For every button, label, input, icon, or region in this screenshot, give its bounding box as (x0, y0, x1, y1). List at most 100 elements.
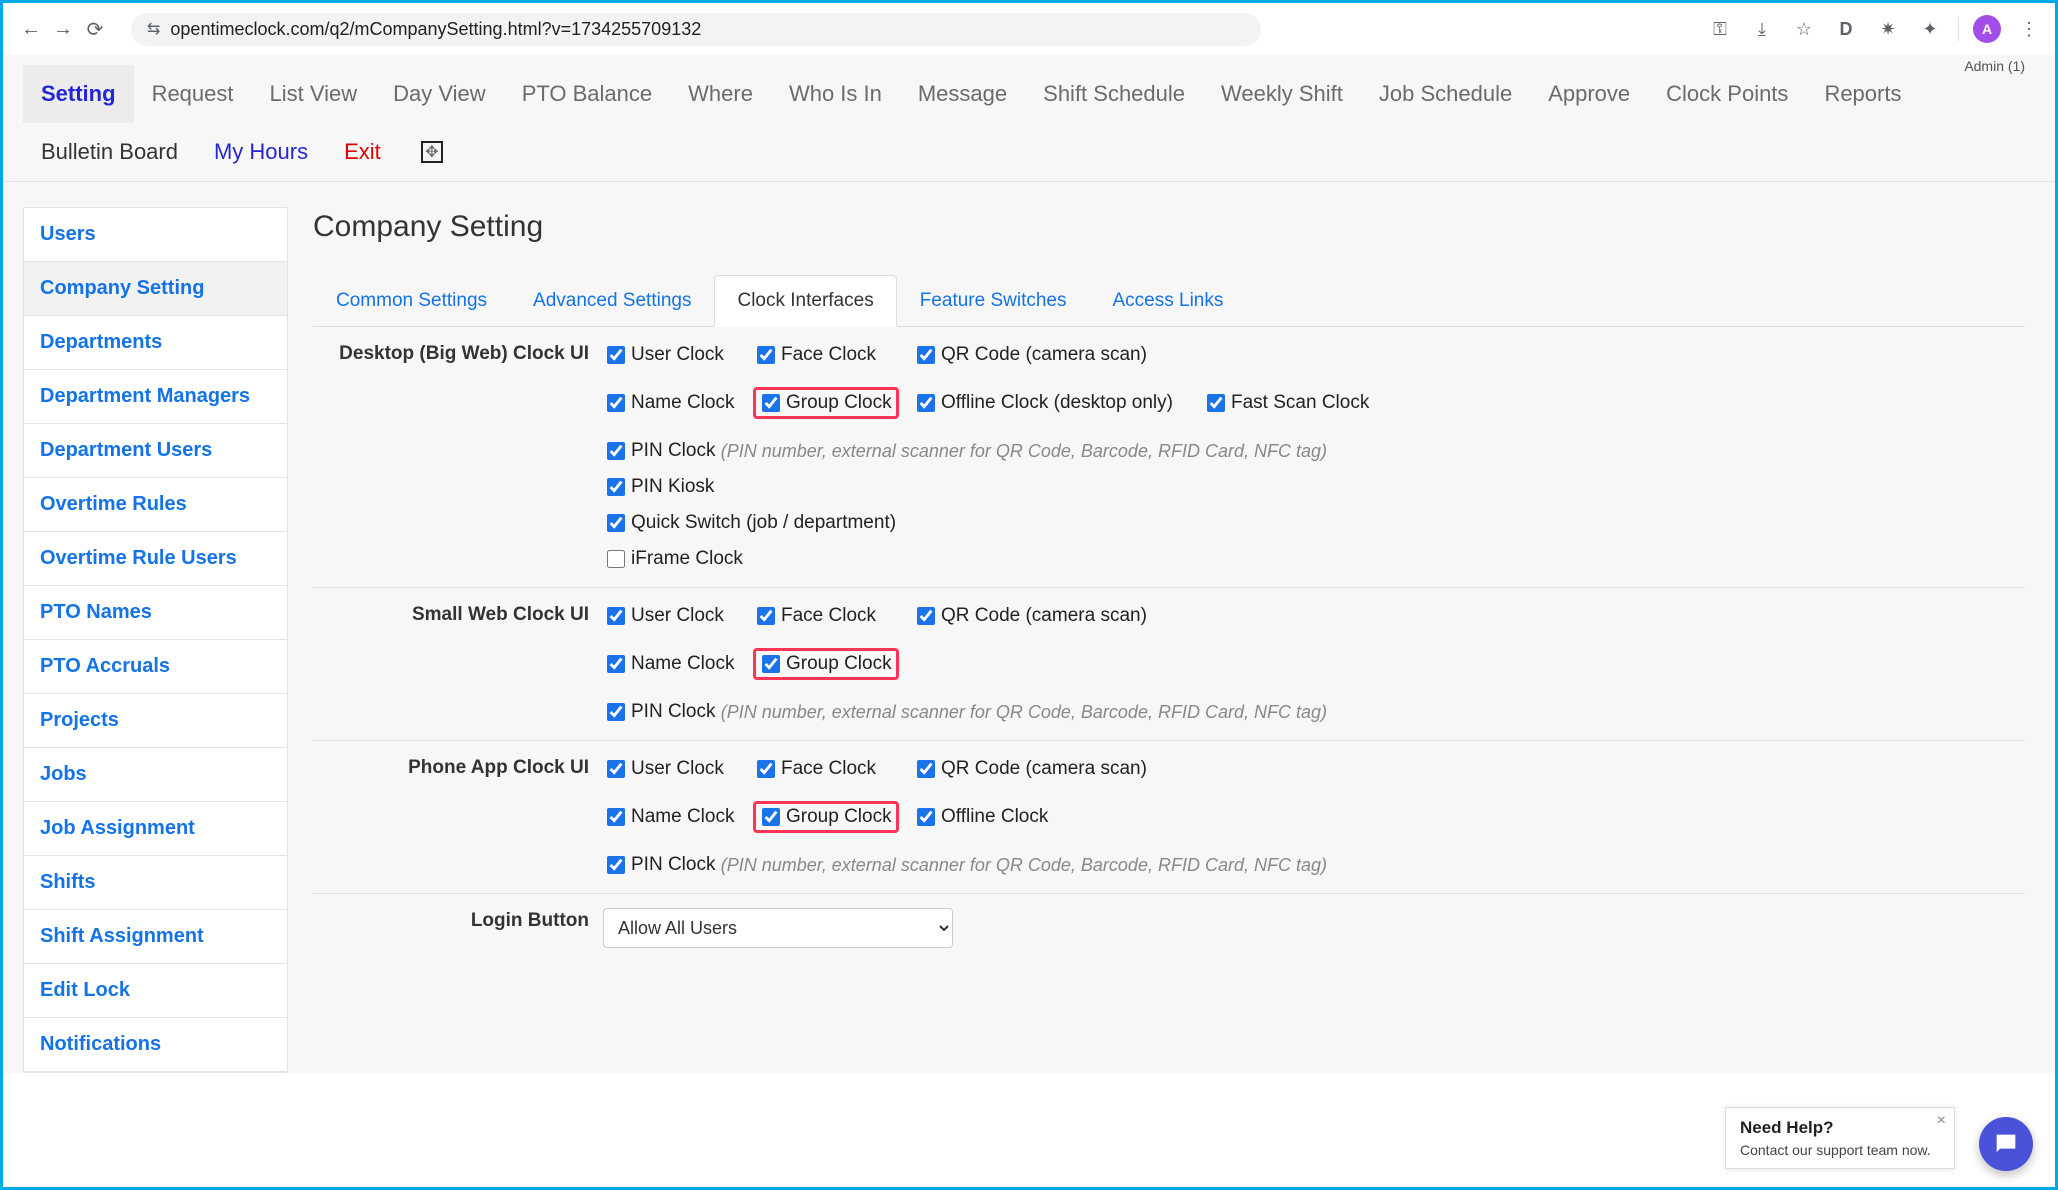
nav-my-hours[interactable]: My Hours (196, 123, 326, 181)
sidebar-item-department-managers[interactable]: Department Managers (24, 370, 287, 424)
section-login-button: Login Button Allow All Users (313, 894, 2025, 962)
top-nav: Setting Request List View Day View PTO B… (3, 55, 2055, 182)
sidebar-item-overtime-rules[interactable]: Overtime Rules (24, 478, 287, 532)
site-info-icon[interactable]: ⇆ (147, 19, 160, 39)
divider (1958, 17, 1959, 41)
sidebar-item-overtime-rule-users[interactable]: Overtime Rule Users (24, 532, 287, 586)
profile-avatar[interactable]: A (1973, 15, 2001, 43)
address-bar[interactable]: ⇆ opentimeclock.com/q2/mCompanySetting.h… (131, 13, 1261, 46)
key-icon[interactable]: ⚿ (1706, 15, 1734, 43)
chat-bubble-button[interactable] (1979, 1117, 2033, 1171)
check-desktop-face-clock: Face Clock (753, 341, 913, 369)
browser-right-icons: ⚿ ⤓ ☆ D ✷ ✦ A ⋮ (1706, 15, 2043, 43)
check-desktop-qr-code: QR Code (camera scan) (913, 341, 1203, 369)
forward-button[interactable]: → (47, 13, 79, 45)
check-phone-name-clock: Name Clock (603, 799, 753, 835)
sidebar-item-department-users[interactable]: Department Users (24, 424, 287, 478)
help-subtitle: Contact our support team now. (1740, 1142, 1940, 1158)
extension-d-icon[interactable]: D (1832, 15, 1860, 43)
nav-day-view[interactable]: Day View (375, 65, 504, 123)
help-title: Need Help? (1740, 1118, 1940, 1138)
nav-bulletin-board[interactable]: Bulletin Board (23, 123, 196, 181)
nav-approve[interactable]: Approve (1530, 65, 1648, 123)
check-desktop-pin-kiosk: PIN Kiosk (603, 473, 2025, 501)
content-area: Company Setting Common Settings Advanced… (288, 182, 2055, 962)
nav-job-schedule[interactable]: Job Schedule (1361, 65, 1530, 123)
nav-weekly-shift[interactable]: Weekly Shift (1203, 65, 1361, 123)
check-phone-user-clock: User Clock (603, 755, 753, 783)
check-desktop-name-clock: Name Clock (603, 385, 753, 421)
sidebar-item-users[interactable]: Users (24, 208, 287, 262)
sidebar-item-company-setting[interactable]: Company Setting (24, 262, 287, 316)
check-desktop-group-clock: Group Clock (753, 385, 913, 421)
check-phone-offline-clock: Offline Clock (913, 799, 1203, 835)
section-label-phone: Phone App Clock UI (313, 755, 603, 779)
nav-shift-schedule[interactable]: Shift Schedule (1025, 65, 1203, 123)
section-small-web-clock: Small Web Clock UI User Clock Face Clock… (313, 588, 2025, 741)
fullscreen-icon[interactable]: ✥ (399, 125, 461, 179)
settings-sidebar: Users Company Setting Departments Depart… (23, 207, 288, 1073)
check-phone-pin-clock: PIN Clock (PIN number, external scanner … (603, 851, 2025, 879)
section-label-smallweb: Small Web Clock UI (313, 602, 603, 626)
nav-clock-points[interactable]: Clock Points (1648, 65, 1806, 123)
sidebar-item-edit-lock[interactable]: Edit Lock (24, 964, 287, 1018)
check-phone-face-clock: Face Clock (753, 755, 913, 783)
nav-setting[interactable]: Setting (23, 65, 134, 123)
section-phone-app-clock: Phone App Clock UI User Clock Face Clock… (313, 741, 2025, 894)
check-smallweb-group-clock: Group Clock (753, 646, 913, 682)
back-button[interactable]: ← (15, 13, 47, 45)
nav-pto-balance[interactable]: PTO Balance (504, 65, 670, 123)
page-title: Company Setting (313, 210, 2025, 244)
sidebar-item-notifications[interactable]: Notifications (24, 1018, 287, 1072)
admin-label[interactable]: Admin (1) (1964, 58, 2025, 74)
sidebar-item-projects[interactable]: Projects (24, 694, 287, 748)
extensions-puzzle-icon[interactable]: ✦ (1916, 15, 1944, 43)
sidebar-item-departments[interactable]: Departments (24, 316, 287, 370)
check-smallweb-name-clock: Name Clock (603, 646, 753, 682)
nav-where[interactable]: Where (670, 65, 771, 123)
tab-clock-interfaces[interactable]: Clock Interfaces (714, 275, 896, 327)
sidebar-item-pto-names[interactable]: PTO Names (24, 586, 287, 640)
nav-reports[interactable]: Reports (1806, 65, 1919, 123)
star-icon[interactable]: ☆ (1790, 15, 1818, 43)
check-smallweb-face-clock: Face Clock (753, 602, 913, 630)
check-smallweb-user-clock: User Clock (603, 602, 753, 630)
tab-access-links[interactable]: Access Links (1090, 275, 1247, 327)
sidebar-item-shift-assignment[interactable]: Shift Assignment (24, 910, 287, 964)
nav-request[interactable]: Request (134, 65, 252, 123)
nav-list-view[interactable]: List View (252, 65, 376, 123)
nav-exit[interactable]: Exit (326, 123, 399, 181)
check-desktop-user-clock: User Clock (603, 341, 753, 369)
section-label-desktop: Desktop (Big Web) Clock UI (313, 341, 603, 365)
check-desktop-offline-clock: Offline Clock (desktop only) (913, 385, 1203, 421)
login-button-select[interactable]: Allow All Users (603, 908, 953, 948)
tab-advanced-settings[interactable]: Advanced Settings (510, 275, 714, 327)
tab-common-settings[interactable]: Common Settings (313, 275, 510, 327)
check-smallweb-qr-code: QR Code (camera scan) (913, 602, 1203, 630)
sidebar-item-shifts[interactable]: Shifts (24, 856, 287, 910)
check-desktop-quick-switch: Quick Switch (job / department) (603, 509, 2025, 537)
reload-button[interactable]: ⟳ (79, 13, 111, 45)
sidebar-item-job-assignment[interactable]: Job Assignment (24, 802, 287, 856)
sidebar-item-jobs[interactable]: Jobs (24, 748, 287, 802)
extension-bug-icon[interactable]: ✷ (1874, 15, 1902, 43)
chat-icon (1992, 1130, 2020, 1158)
menu-dots-icon[interactable]: ⋮ (2015, 15, 2043, 43)
browser-toolbar: ← → ⟳ ⇆ opentimeclock.com/q2/mCompanySet… (3, 3, 2055, 55)
install-icon[interactable]: ⤓ (1748, 15, 1776, 43)
sidebar-item-pto-accruals[interactable]: PTO Accruals (24, 640, 287, 694)
check-desktop-iframe-clock: iFrame Clock (603, 545, 2025, 573)
help-popover: × Need Help? Contact our support team no… (1725, 1107, 1955, 1169)
nav-who-is-in[interactable]: Who Is In (771, 65, 900, 123)
section-label-login: Login Button (313, 908, 603, 932)
settings-tabs: Common Settings Advanced Settings Clock … (313, 274, 2025, 327)
nav-message[interactable]: Message (900, 65, 1025, 123)
check-phone-qr-code: QR Code (camera scan) (913, 755, 1203, 783)
check-desktop-pin-clock: PIN Clock (PIN number, external scanner … (603, 437, 2025, 465)
check-desktop-fast-scan: Fast Scan Clock (1203, 385, 1383, 421)
close-icon[interactable]: × (1937, 1112, 1946, 1130)
url-text: opentimeclock.com/q2/mCompanySetting.htm… (170, 19, 701, 40)
section-desktop-clock: Desktop (Big Web) Clock UI User Clock Fa… (313, 327, 2025, 588)
check-smallweb-pin-clock: PIN Clock (PIN number, external scanner … (603, 698, 2025, 726)
tab-feature-switches[interactable]: Feature Switches (897, 275, 1090, 327)
